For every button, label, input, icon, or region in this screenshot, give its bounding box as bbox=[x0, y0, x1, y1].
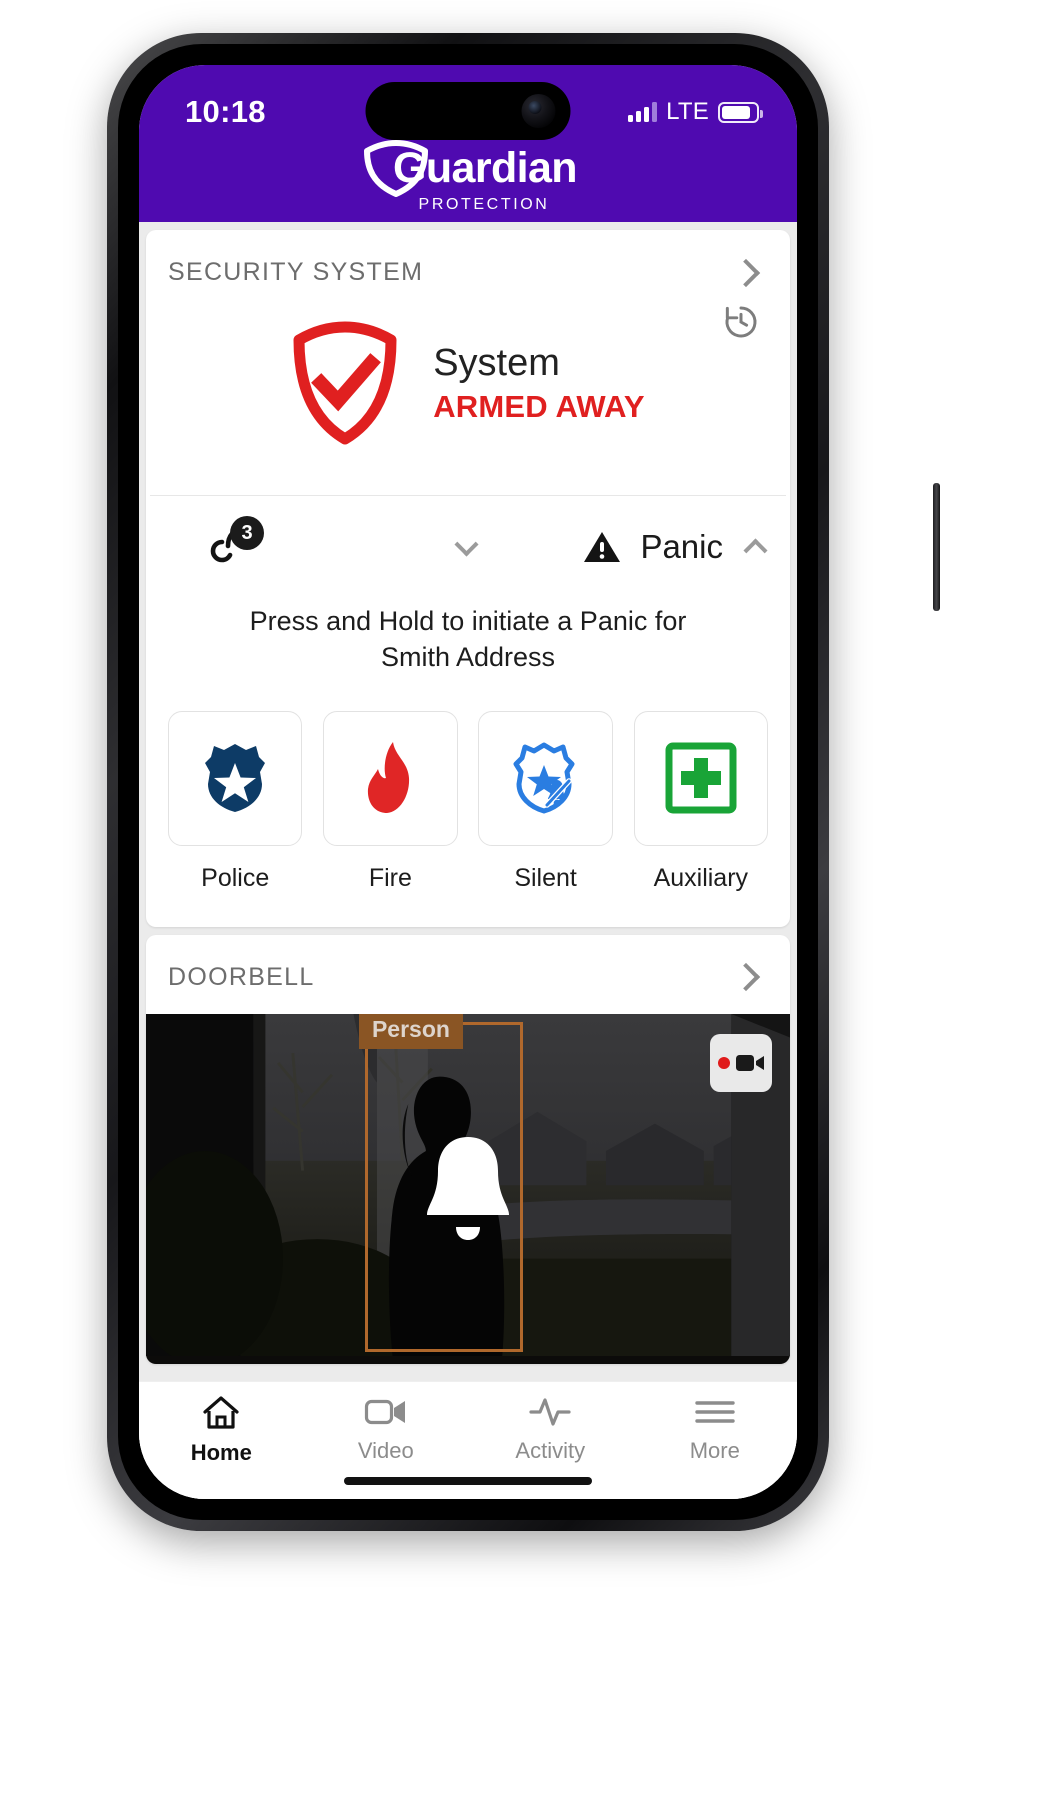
chevron-down-icon[interactable] bbox=[454, 531, 479, 557]
bell-icon bbox=[427, 1136, 509, 1240]
phone-frame: 10:18 LTE Guardian PROTECTION SECURITY S… bbox=[107, 33, 940, 1531]
status-indicators: LTE bbox=[628, 98, 763, 126]
dynamic-island bbox=[365, 82, 571, 140]
panic-instruction-line2: Smith Address bbox=[380, 641, 556, 672]
history-icon[interactable] bbox=[720, 301, 762, 343]
flame-icon bbox=[368, 742, 410, 814]
security-card-header[interactable]: SECURITY SYSTEM bbox=[146, 230, 790, 309]
security-system-card: SECURITY SYSTEM System ARMED AWAY 3 Pani… bbox=[146, 230, 790, 927]
panic-instruction: Press and Hold to initiate a Panic for S… bbox=[146, 586, 790, 685]
tab-label-video: Video bbox=[357, 1438, 414, 1463]
tab-video[interactable]: Video bbox=[304, 1394, 469, 1464]
doorbell-camera-view[interactable]: Person bbox=[146, 1013, 790, 1364]
battery-icon bbox=[718, 101, 763, 123]
video-camera-icon bbox=[735, 1054, 764, 1071]
brand-name: Guardian bbox=[393, 143, 578, 192]
panic-item-silent: Silent bbox=[478, 711, 613, 892]
detection-label: Person bbox=[358, 1013, 463, 1049]
panic-item-police: Police bbox=[168, 711, 303, 892]
signal-bars-icon bbox=[628, 102, 658, 122]
record-indicator-dot bbox=[717, 1056, 730, 1069]
medical-cross-icon bbox=[665, 742, 737, 814]
brand-logo-block: Guardian PROTECTION bbox=[139, 138, 797, 214]
tab-label-more: More bbox=[689, 1438, 740, 1463]
page-title: SECURITY SYSTEM bbox=[168, 258, 424, 286]
panic-buttons-grid: Police Fire Silent Auxiliary bbox=[146, 685, 790, 892]
panic-label-police: Police bbox=[201, 863, 270, 892]
phone-bezel: 10:18 LTE Guardian PROTECTION SECURITY S… bbox=[118, 44, 818, 1520]
tab-label-activity: Activity bbox=[515, 1438, 586, 1463]
doorbell-card: DOORBELL Person bbox=[146, 934, 790, 1364]
network-type-label: LTE bbox=[666, 98, 709, 125]
video-icon bbox=[364, 1399, 405, 1425]
panic-label-fire: Fire bbox=[368, 863, 412, 892]
lock-open-icon: 3 bbox=[198, 516, 264, 572]
chevron-up-icon[interactable] bbox=[743, 537, 768, 563]
panic-label-silent: Silent bbox=[514, 863, 577, 892]
panic-instruction-line1: Press and Hold to initiate a Panic for bbox=[249, 606, 687, 636]
doorbell-card-header[interactable]: DOORBELL bbox=[146, 935, 790, 1014]
police-panic-button[interactable] bbox=[168, 711, 303, 846]
tab-more[interactable]: More bbox=[633, 1394, 798, 1464]
doorbell-title: DOORBELL bbox=[168, 962, 315, 991]
panic-label-auxiliary: Auxiliary bbox=[653, 863, 749, 892]
app-header: 10:18 LTE Guardian PROTECTION bbox=[139, 65, 797, 222]
armed-shield-check-icon bbox=[293, 321, 397, 445]
tab-activity[interactable]: Activity bbox=[468, 1394, 633, 1464]
phone-screen: 10:18 LTE Guardian PROTECTION SECURITY S… bbox=[139, 65, 797, 1499]
panic-tab-row: 3 Panic bbox=[146, 496, 790, 586]
home-indicator[interactable] bbox=[344, 1477, 592, 1485]
system-status-block: System ARMED AWAY bbox=[146, 306, 790, 495]
status-clock: 10:18 bbox=[185, 94, 266, 129]
brand-subtitle: PROTECTION bbox=[418, 196, 550, 213]
app-body: SECURITY SYSTEM System ARMED AWAY 3 Pani… bbox=[139, 222, 797, 1499]
police-badge-icon bbox=[205, 744, 266, 813]
record-video-button[interactable] bbox=[710, 1033, 772, 1092]
tab-home[interactable]: Home bbox=[139, 1394, 304, 1466]
panic-tab-label: Panic bbox=[640, 528, 723, 565]
locks-tab[interactable]: 3 bbox=[172, 516, 481, 572]
panic-tab[interactable]: Panic bbox=[481, 528, 768, 566]
home-icon bbox=[203, 1396, 239, 1429]
activity-icon bbox=[529, 1398, 571, 1426]
status-badge: ARMED AWAY bbox=[433, 389, 645, 425]
silent-panic-button[interactable] bbox=[478, 711, 613, 846]
system-status-text: System ARMED AWAY bbox=[433, 341, 645, 426]
locks-count-badge: 3 bbox=[230, 516, 264, 550]
menu-icon bbox=[695, 1401, 735, 1423]
panic-item-auxiliary: Auxiliary bbox=[633, 711, 768, 892]
system-name: System bbox=[433, 341, 560, 384]
auxiliary-panic-button[interactable] bbox=[633, 711, 768, 846]
fire-panic-button[interactable] bbox=[323, 711, 458, 846]
chevron-right-icon[interactable] bbox=[731, 962, 761, 992]
tab-label-home: Home bbox=[190, 1440, 252, 1465]
panic-item-fire: Fire bbox=[323, 711, 458, 892]
chevron-right-icon[interactable] bbox=[731, 258, 761, 287]
power-button[interactable] bbox=[933, 483, 940, 611]
silent-badge-icon bbox=[513, 742, 575, 814]
warning-triangle-icon bbox=[584, 532, 621, 562]
